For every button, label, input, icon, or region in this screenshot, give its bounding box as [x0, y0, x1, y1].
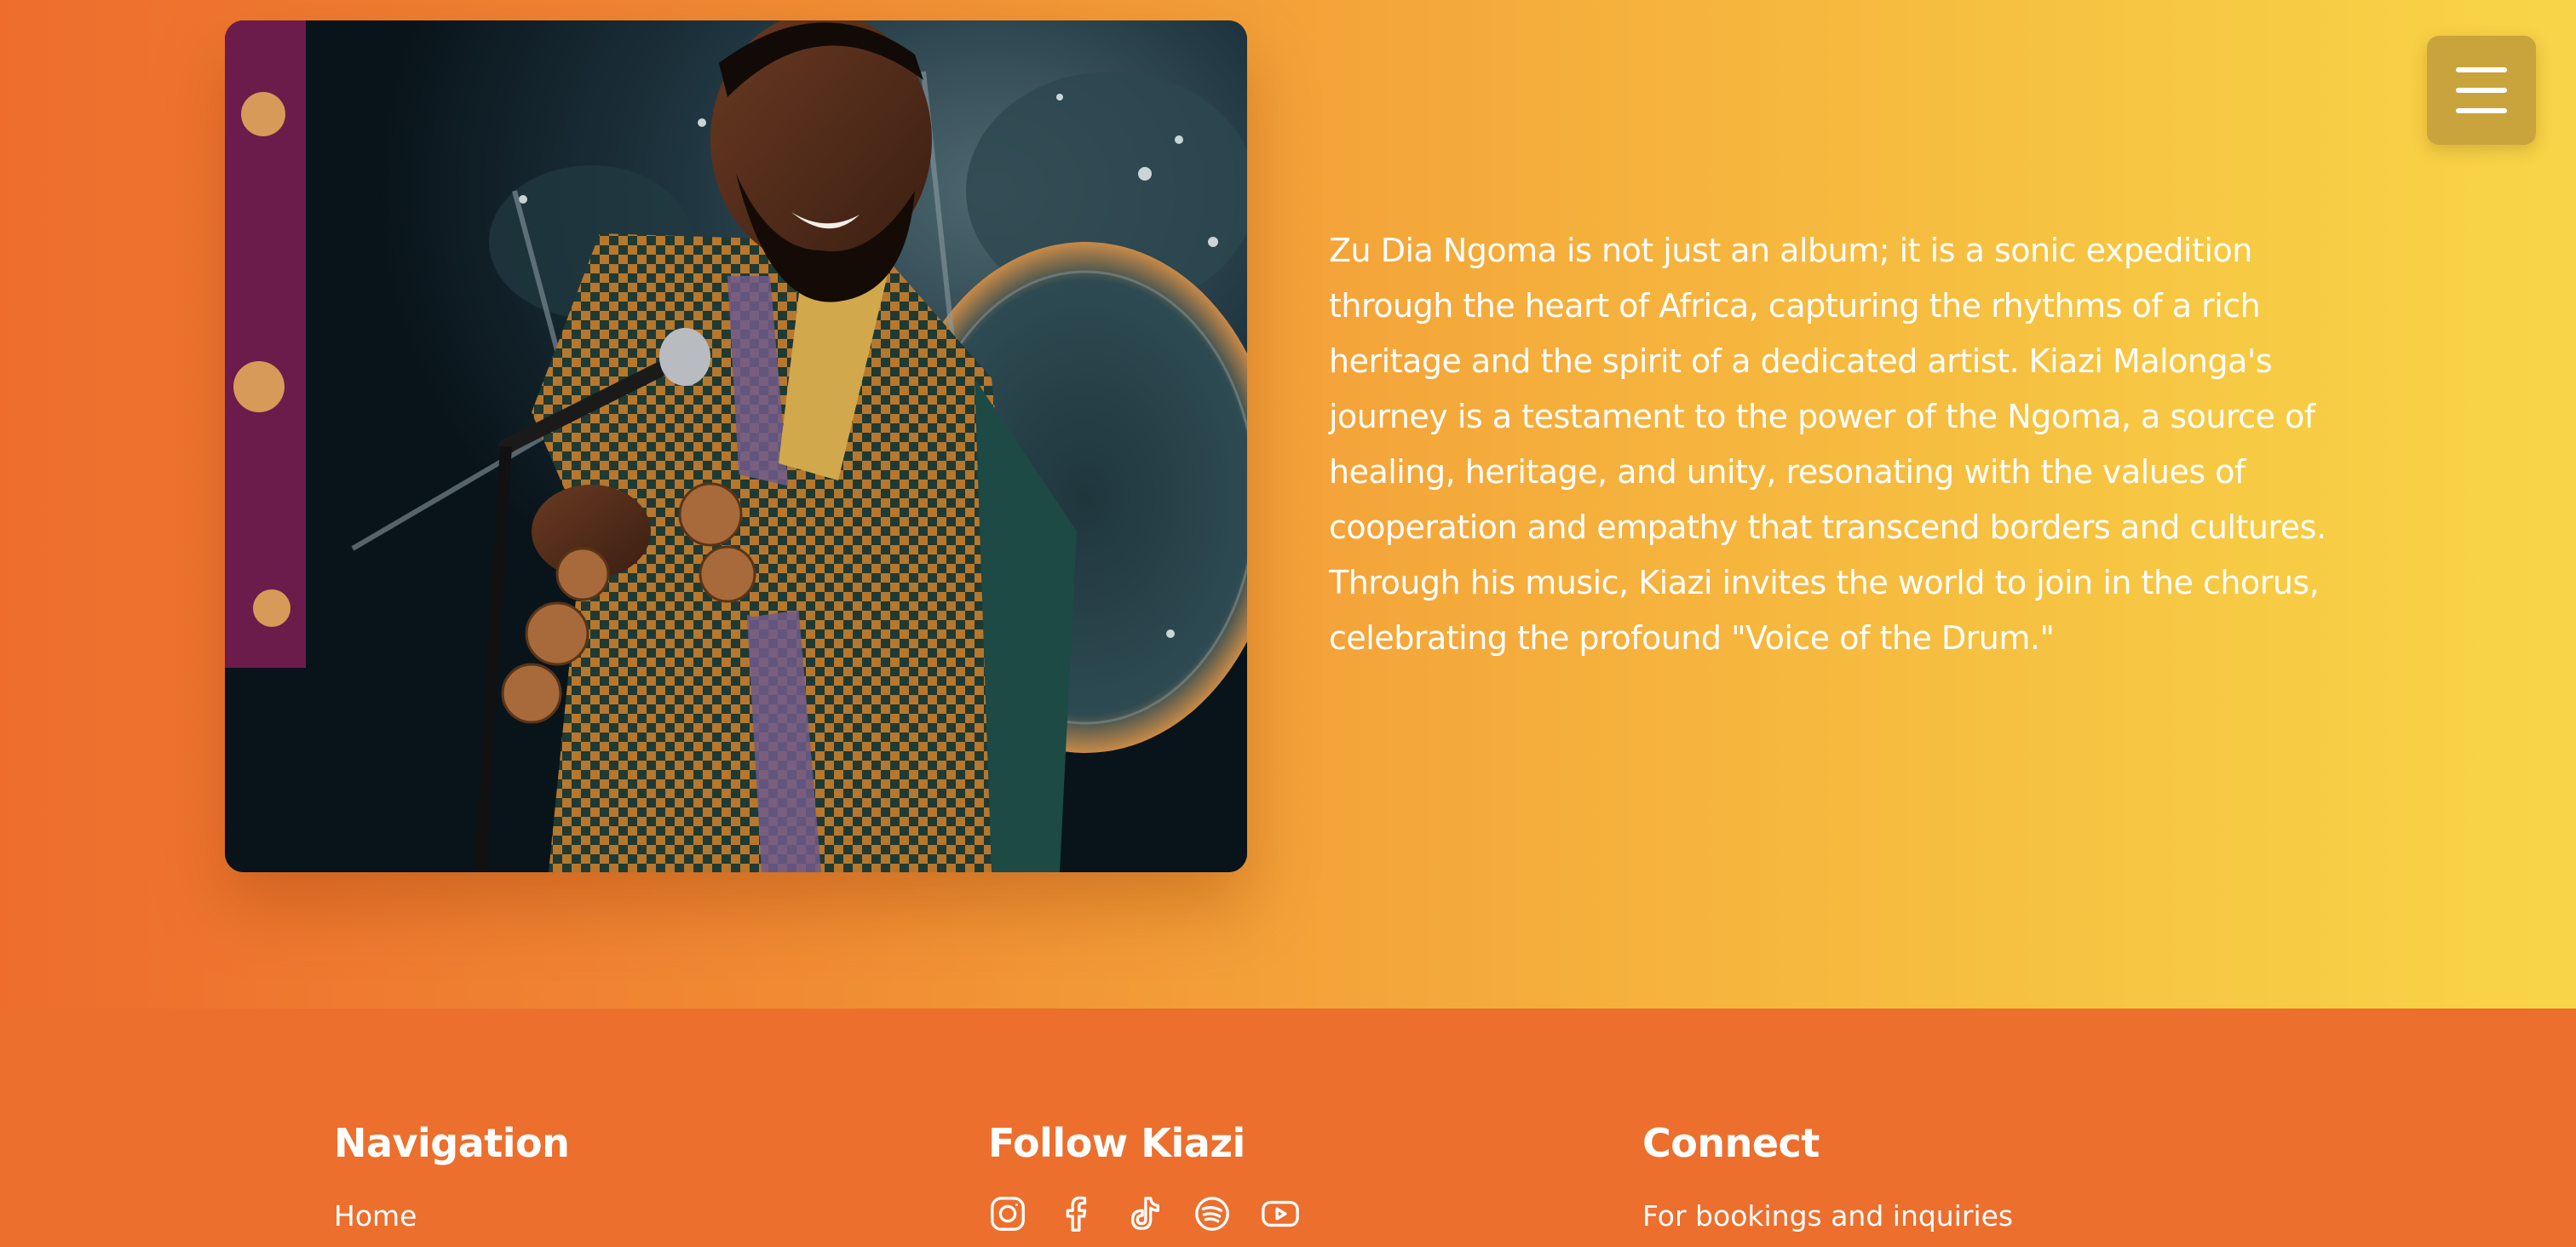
hamburger-menu-icon-line: [2456, 108, 2507, 113]
footer-heading-follow: Follow Kiazi: [988, 1120, 1245, 1166]
album-description: Zu Dia Ngoma is not just an album; it is…: [1329, 232, 2326, 657]
hamburger-menu-icon-line: [2456, 67, 2507, 72]
facebook-icon[interactable]: [1056, 1194, 1095, 1233]
footer-follow: Follow Kiazi: [988, 1118, 1300, 1233]
youtube-icon[interactable]: [1261, 1194, 1300, 1233]
page: Zu Dia Ngoma is not just an album; it is…: [0, 0, 2576, 1247]
instagram-icon[interactable]: [988, 1194, 1027, 1233]
hamburger-menu-icon-line: [2456, 88, 2507, 93]
hero-section: Zu Dia Ngoma is not just an album; it is…: [0, 0, 2576, 1009]
site-footer: Navigation Home Follow Kiazi Connect For…: [0, 1009, 2576, 1247]
social-links: [988, 1194, 1300, 1233]
bookings-inquiries-text: For bookings and inquiries: [1642, 1199, 2014, 1233]
footer-heading-connect: Connect: [1642, 1120, 1820, 1166]
performer-photo: [225, 20, 1247, 872]
menu-button[interactable]: [2427, 36, 2536, 145]
footer-link-home[interactable]: Home: [334, 1198, 569, 1235]
tiktok-icon[interactable]: [1124, 1194, 1164, 1233]
footer-connect: Connect For bookings and inquiries: [1642, 1118, 2013, 1235]
footer-navigation: Navigation Home: [334, 1118, 570, 1235]
footer-heading-navigation: Navigation: [334, 1120, 570, 1166]
spotify-icon[interactable]: [1193, 1194, 1232, 1233]
